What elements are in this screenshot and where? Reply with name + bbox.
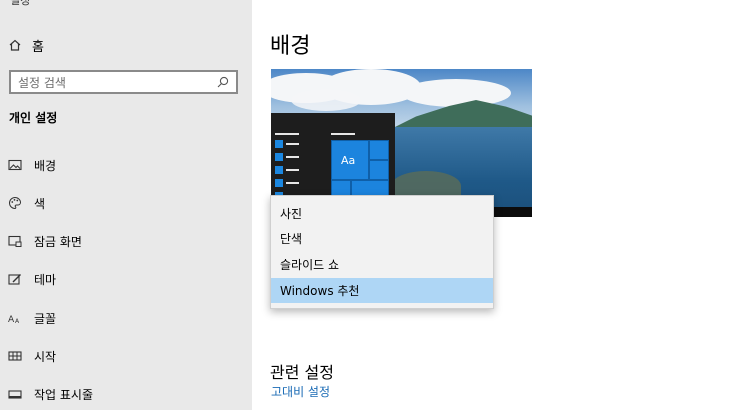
preview-menu-icon (275, 153, 283, 161)
home-nav-item[interactable]: 홈 (8, 34, 44, 56)
start-grid-icon (8, 349, 22, 363)
preview-menu-line (275, 133, 299, 135)
preview-tile (369, 160, 389, 180)
preview-menu-line (286, 156, 299, 158)
sidebar-item-lock-screen[interactable]: 잠금 화면 (8, 230, 82, 252)
search-box[interactable]: 설정 검색 (9, 70, 238, 94)
section-heading: 개인 설정 (9, 111, 58, 125)
theme-brush-icon (8, 272, 22, 286)
preview-menu-line (286, 143, 299, 145)
svg-text:A: A (8, 315, 15, 325)
preview-tile (369, 140, 389, 160)
sidebar-item-themes[interactable]: 테마 (8, 268, 56, 290)
font-icon: AA (8, 311, 22, 325)
preview-cloud (401, 79, 511, 107)
settings-sidebar: 설정 홈 설정 검색 개인 설정 배경 색 잠금 화면 테마 AA 글꼴 시작 … (0, 0, 252, 410)
high-contrast-settings-link[interactable]: 고대비 설정 (271, 383, 330, 400)
sidebar-item-label: 작업 표시줄 (34, 387, 94, 402)
sidebar-item-label: 잠금 화면 (34, 234, 82, 249)
dropdown-option-picture[interactable]: 사진 (271, 201, 493, 226)
sidebar-item-background[interactable]: 배경 (8, 154, 56, 176)
preview-menu-icon (275, 179, 283, 187)
preview-cloud (291, 89, 361, 111)
sidebar-item-label: 배경 (34, 158, 57, 173)
image-icon (8, 158, 22, 172)
preview-menu-line (331, 133, 355, 135)
search-input[interactable]: 설정 검색 (18, 74, 217, 91)
taskbar-icon (8, 387, 22, 401)
preview-menu-icon (275, 140, 283, 148)
palette-icon (8, 196, 22, 210)
preview-menu-icon (275, 166, 283, 174)
sidebar-item-color[interactable]: 색 (8, 192, 45, 214)
dropdown-option-slideshow[interactable]: 슬라이드 쇼 (271, 252, 493, 277)
preview-menu-line (286, 169, 299, 171)
svg-text:A: A (15, 318, 20, 325)
preview-tile-text: Aa (341, 154, 356, 167)
sidebar-item-label: 글꼴 (34, 311, 57, 326)
home-icon (9, 39, 21, 51)
dropdown-option-solid-color[interactable]: 단색 (271, 226, 493, 251)
window-title: 설정 (10, 0, 31, 7)
sidebar-item-fonts[interactable]: AA 글꼴 (8, 307, 56, 329)
background-type-dropdown[interactable]: 사진 단색 슬라이드 쇼 Windows 추천 (270, 195, 494, 309)
sidebar-item-start[interactable]: 시작 (8, 345, 56, 367)
page-title: 배경 (270, 34, 311, 59)
related-settings-heading: 관련 설정 (270, 363, 334, 382)
search-icon[interactable] (217, 76, 229, 88)
dropdown-option-windows-spotlight[interactable]: Windows 추천 (271, 278, 493, 303)
preview-menu-line (286, 182, 299, 184)
sidebar-item-taskbar[interactable]: 작업 표시줄 (8, 383, 93, 405)
lock-screen-icon (8, 234, 22, 248)
sidebar-item-label: 테마 (34, 272, 57, 287)
sidebar-item-label: 시작 (34, 349, 57, 364)
sidebar-item-label: 색 (34, 196, 46, 211)
home-label: 홈 (32, 39, 44, 55)
